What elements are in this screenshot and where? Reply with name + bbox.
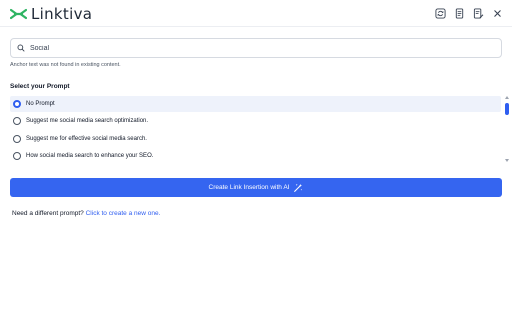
create-link-insertion-label: Create Link Insertion with AI bbox=[208, 184, 290, 191]
create-link-insertion-button[interactable]: Create Link Insertion with AI bbox=[10, 178, 502, 197]
magic-wand-icon bbox=[293, 183, 303, 193]
anchor-text-field[interactable] bbox=[10, 38, 502, 58]
prompt-option-label: Suggest me social media search optimizat… bbox=[26, 118, 149, 124]
footer-prompt-text: Need a different prompt? Click to create… bbox=[12, 210, 160, 217]
prompt-option-label: How social media search to enhance your … bbox=[26, 153, 154, 159]
refresh-icon[interactable] bbox=[434, 7, 447, 20]
logo: Linktiva bbox=[10, 6, 92, 22]
footer-text: Need a different prompt? bbox=[12, 210, 84, 217]
header-divider bbox=[0, 26, 512, 27]
prompt-option-enhance-seo[interactable]: How social media search to enhance your … bbox=[10, 148, 501, 164]
prompt-list-scrollbar[interactable] bbox=[504, 96, 510, 164]
scroll-down-arrow-icon[interactable] bbox=[505, 159, 509, 162]
app-header: Linktiva bbox=[0, 0, 512, 28]
scrollbar-thumb[interactable] bbox=[505, 103, 509, 115]
radio-checked[interactable] bbox=[13, 100, 21, 108]
close-icon[interactable] bbox=[491, 7, 504, 20]
radio-unchecked[interactable] bbox=[13, 135, 21, 143]
prompt-option-effective-search[interactable]: Suggest me for effective social media se… bbox=[10, 131, 501, 147]
anchor-not-found-hint: Anchor text was not found in existing co… bbox=[10, 62, 121, 68]
brand-name: Linktiva bbox=[31, 5, 93, 23]
prompt-section-title: Select your Prompt bbox=[10, 83, 70, 90]
prompt-option-optimization[interactable]: Suggest me social media search optimizat… bbox=[10, 113, 501, 129]
scroll-up-arrow-icon[interactable] bbox=[505, 96, 509, 99]
linktiva-logo-icon bbox=[10, 8, 27, 20]
document-icon[interactable] bbox=[453, 7, 466, 20]
create-new-prompt-link[interactable]: Click to create a new one. bbox=[86, 210, 161, 217]
prompt-option-no-prompt[interactable]: No Prompt bbox=[10, 96, 501, 112]
prompt-option-label: No Prompt bbox=[26, 101, 55, 107]
radio-unchecked[interactable] bbox=[13, 152, 21, 160]
search-icon bbox=[17, 39, 25, 57]
prompt-option-label: Suggest me for effective social media se… bbox=[26, 136, 147, 142]
search-input[interactable] bbox=[30, 44, 470, 52]
radio-unchecked[interactable] bbox=[13, 117, 21, 125]
header-actions bbox=[434, 7, 504, 20]
document-edit-icon[interactable] bbox=[472, 7, 485, 20]
prompt-list: No Prompt Suggest me social media search… bbox=[10, 96, 502, 166]
